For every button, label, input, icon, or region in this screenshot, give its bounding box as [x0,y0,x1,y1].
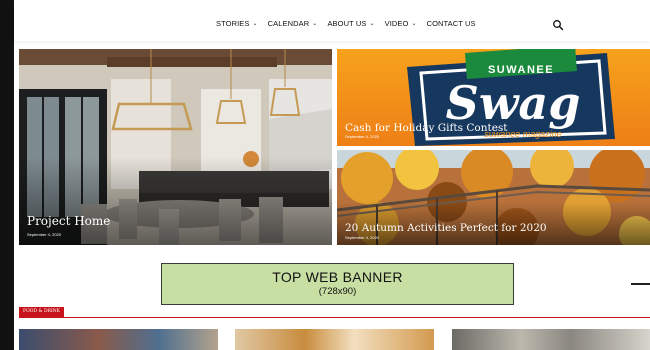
left-edge-bar [0,0,14,350]
chevron-down-icon: ⌄ [369,21,375,27]
article-date: September 4, 2020 [345,235,380,240]
site-header: STORIES ⌄ CALENDAR ⌄ ABOUT US ⌄ VIDEO ⌄ … [14,11,650,41]
chevron-down-icon: ⌄ [312,21,318,27]
article-thumbnail[interactable] [452,329,650,350]
nav-item-label: STORIES [216,19,250,28]
nav-item-calendar[interactable]: CALENDAR ⌄ [268,19,318,28]
nav-item-label: CALENDAR [267,19,310,28]
logo-top-text: SUWANEE [488,64,554,76]
caption-shade [19,156,332,245]
top-web-banner[interactable]: TOP WEB BANNER (728x90) [161,263,514,305]
article-thumbnail[interactable] [235,329,434,350]
main-nav: STORIES ⌄ CALENDAR ⌄ ABOUT US ⌄ VIDEO ⌄ … [216,19,486,28]
nav-item-stories[interactable]: STORIES ⌄ [216,19,258,28]
chevron-down-icon: ⌄ [411,21,417,27]
search-icon [553,20,564,31]
featured-article-holiday-gifts[interactable]: SUWANEE Swag suwanee magazine Cash for H… [337,49,650,146]
article-date: September 4, 2020 [345,134,380,139]
article-title[interactable]: Project Home [27,214,110,228]
nav-item-video[interactable]: VIDEO ⌄ [385,19,417,28]
banner-title: TOP WEB BANNER [272,269,403,285]
article-title[interactable]: 20 Autumn Activities Perfect for 2020 [345,222,547,234]
chevron-down-icon: ⌄ [252,21,258,27]
featured-article-project-home[interactable]: Project Home September 4, 2020 [19,49,332,245]
banner-size: (728x90) [318,286,357,297]
nav-item-label: ABOUT US [327,19,367,28]
nav-item-label: CONTACT US [426,19,476,28]
category-badge-food-drink[interactable]: FOOD & DRINK [19,307,65,317]
article-date: September 4, 2020 [27,232,62,237]
article-title[interactable]: Cash for Holiday Gifts Contest [345,122,508,134]
search-button[interactable] [552,18,564,31]
category-divider [19,317,650,318]
slider-dash [631,283,650,285]
nav-item-about-us[interactable]: ABOUT US ⌄ [327,19,374,28]
page: STORIES ⌄ CALENDAR ⌄ ABOUT US ⌄ VIDEO ⌄ … [0,0,650,350]
featured-article-autumn-activities[interactable]: 20 Autumn Activities Perfect for 2020 Se… [337,150,650,245]
nav-item-label: VIDEO [384,19,409,28]
article-thumbnail[interactable] [19,329,218,350]
nav-item-contact-us[interactable]: CONTACT US [427,19,476,28]
